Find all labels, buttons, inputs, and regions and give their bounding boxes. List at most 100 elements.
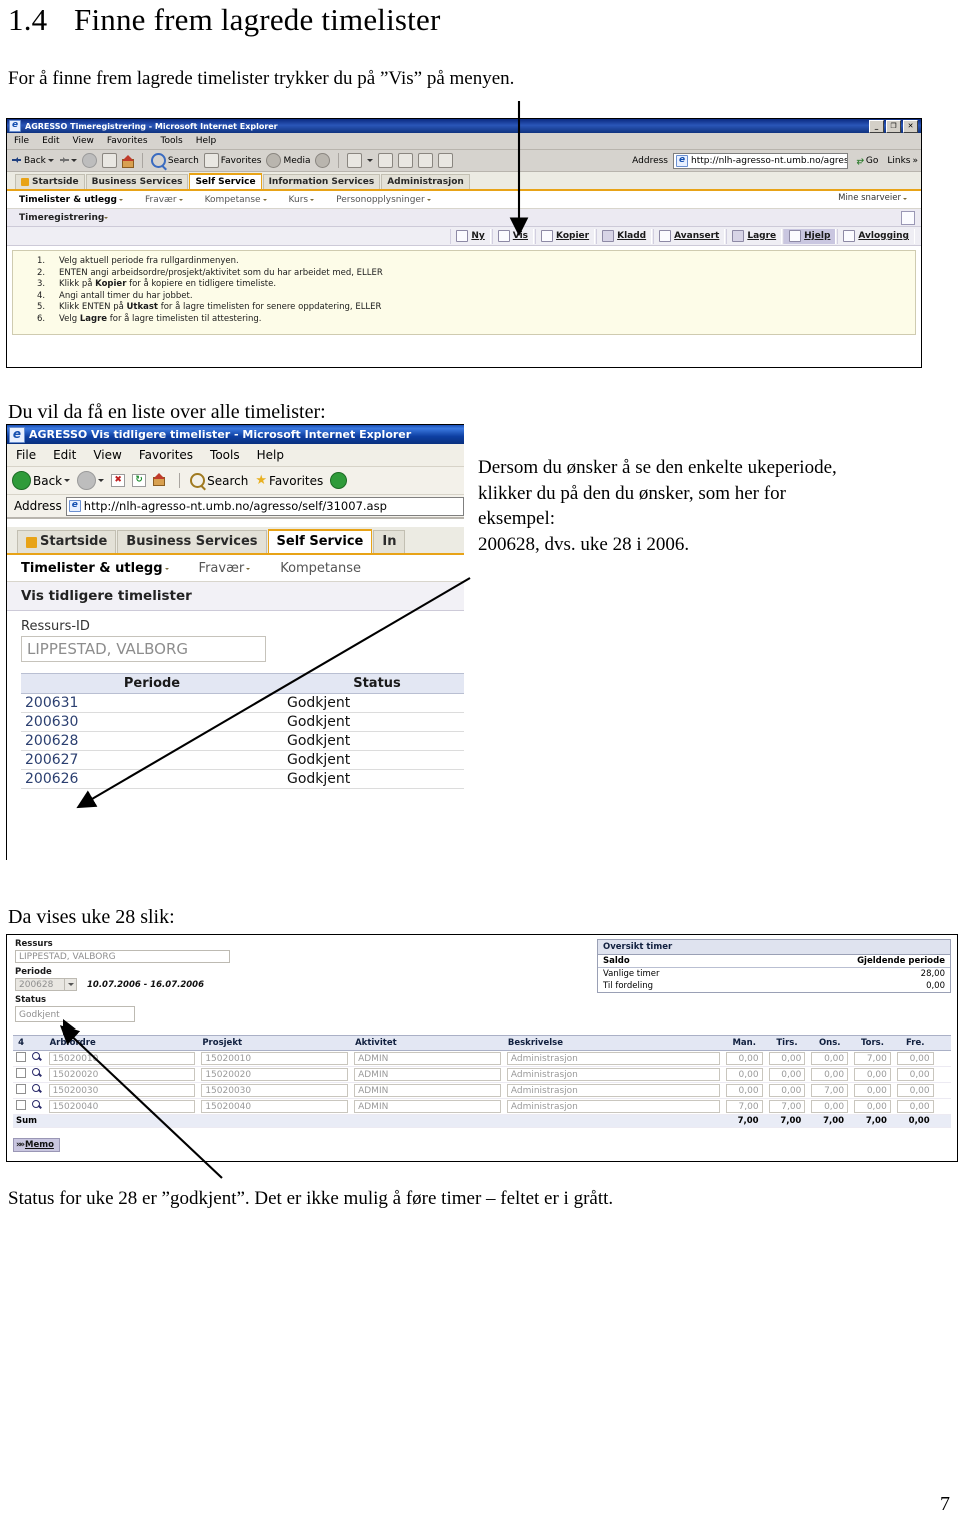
cell-periode[interactable]: 200631 <box>21 693 283 713</box>
app-tabstrip[interactable]: Startside Business Services Self Service… <box>7 527 464 555</box>
periode-select[interactable]: 200628 <box>15 978 77 991</box>
app-menubar[interactable]: Timelister & utlegg Fravær Kompetanse <box>7 555 464 582</box>
table-row[interactable]: 200631 Godkjent <box>21 693 464 713</box>
action-kopier[interactable]: Kopier <box>535 228 596 244</box>
address-bar[interactable]: Address http://nlh-agresso-nt.umb.no/agr… <box>7 495 464 518</box>
panel-toggle-icon[interactable] <box>901 211 915 225</box>
action-kladd[interactable]: Kladd <box>596 228 653 244</box>
home-icon[interactable] <box>121 154 134 168</box>
minimize-button[interactable]: _ <box>869 119 884 133</box>
print-icon[interactable] <box>378 153 394 168</box>
forward-button[interactable] <box>77 471 105 490</box>
search-button[interactable]: Search <box>150 153 199 168</box>
address-input[interactable]: http://nlh-agresso-nt.umb.no/agresso/sel… <box>673 152 848 169</box>
browser-menubar[interactable]: File Edit View Favorites Tools Help <box>7 444 464 467</box>
table-row[interactable]: 200630 Godkjent <box>21 712 464 732</box>
menu-view[interactable]: View <box>73 136 94 146</box>
mail-icon[interactable] <box>347 153 363 168</box>
row-zoom-cell[interactable] <box>29 1066 46 1083</box>
menu-file[interactable]: File <box>14 136 29 146</box>
memo-button[interactable]: »» Memo <box>13 1138 60 1152</box>
cell-periode[interactable]: 200630 <box>21 712 283 732</box>
mine-snarveier-menu[interactable]: Mine snarveier <box>838 193 907 203</box>
chevron-right-icon[interactable]: » <box>913 156 919 166</box>
column-beskrivelse[interactable]: Beskrivelse <box>503 1035 723 1051</box>
action-vis[interactable]: Vis <box>491 228 535 244</box>
favorites-button[interactable]: ★ Favorites <box>255 474 323 488</box>
menu-tools[interactable]: Tools <box>161 136 183 146</box>
column-tirs[interactable]: Tirs. <box>765 1035 809 1051</box>
column-fre[interactable]: Fre. <box>893 1035 937 1051</box>
go-button[interactable]: ⥂ Go <box>853 156 883 166</box>
browser-toolbar[interactable]: Back ✖ ↻ Search ★ Favorites <box>7 467 464 495</box>
column-aktivitet[interactable]: Aktivitet <box>351 1035 504 1051</box>
row-checkbox-cell[interactable] <box>13 1066 30 1083</box>
row-zoom-cell[interactable] <box>29 1050 46 1067</box>
row-checkbox-cell[interactable] <box>13 1082 30 1099</box>
refresh-icon[interactable]: ↻ <box>132 474 147 487</box>
forward-button[interactable] <box>59 156 77 166</box>
window-controls[interactable]: _ ❐ ✕ <box>869 119 919 133</box>
table-row[interactable]: 200627 Godkjent <box>21 750 464 770</box>
close-button[interactable]: ✕ <box>903 119 918 133</box>
links-button[interactable]: Links » <box>887 156 921 166</box>
menu-personopplysninger[interactable]: Personopplysninger <box>336 195 431 205</box>
row-checkbox[interactable] <box>16 1068 26 1078</box>
column-tors[interactable]: Tors. <box>851 1035 894 1051</box>
menu-kompetanse[interactable]: Kompetanse <box>280 561 361 576</box>
column-prosjekt[interactable]: Prosjekt <box>198 1035 352 1051</box>
menu-tools[interactable]: Tools <box>210 448 240 462</box>
tab-information-services[interactable]: In <box>373 530 406 553</box>
row-checkbox-cell[interactable] <box>13 1098 30 1115</box>
tab-business-services[interactable]: Business Services <box>85 174 189 189</box>
table-row[interactable]: 200628 Godkjent <box>21 731 464 751</box>
action-avlogging[interactable]: Avlogging <box>837 228 915 244</box>
action-ny[interactable]: Ny <box>450 228 491 244</box>
row-checkbox[interactable] <box>16 1084 26 1094</box>
media-icon[interactable] <box>330 472 348 489</box>
ressurs-id-field[interactable]: LIPPESTAD, VALBORG <box>21 636 266 662</box>
table-row[interactable]: 200626 Godkjent <box>21 769 464 789</box>
action-avansert[interactable]: Avansert <box>653 228 726 244</box>
menu-help[interactable]: Help <box>196 136 217 146</box>
refresh-icon[interactable] <box>101 153 117 168</box>
search-icon[interactable] <box>32 1052 42 1062</box>
chevron-down-icon[interactable] <box>70 159 77 165</box>
search-icon[interactable] <box>32 1068 42 1078</box>
row-checkbox[interactable] <box>16 1100 26 1110</box>
row-checkbox-cell[interactable] <box>13 1050 30 1067</box>
browser-toolbar[interactable]: Back Search Favorites Media Address e ht… <box>7 150 921 172</box>
stop-icon[interactable]: ✖ <box>111 474 126 487</box>
search-icon[interactable] <box>32 1100 42 1110</box>
home-icon[interactable] <box>153 472 169 488</box>
menu-view[interactable]: View <box>93 448 121 462</box>
menu-help[interactable]: Help <box>257 448 284 462</box>
tab-administrasjon[interactable]: Administrasjon <box>381 174 470 189</box>
cell-periode[interactable]: 200626 <box>21 769 283 789</box>
chevron-down-icon[interactable] <box>104 217 109 221</box>
cell-periode[interactable]: 200627 <box>21 750 283 770</box>
address-input[interactable]: http://nlh-agresso-nt.umb.no/agresso/sel… <box>65 496 464 516</box>
back-button[interactable]: Back <box>12 156 54 166</box>
tab-startside[interactable]: Startside <box>17 530 117 553</box>
search-button[interactable]: Search <box>190 473 248 488</box>
menu-timelister-utlegg[interactable]: Timelister & utlegg <box>19 195 123 205</box>
menu-edit[interactable]: Edit <box>42 136 59 146</box>
menu-fravaer[interactable]: Fravær <box>199 561 251 576</box>
back-button[interactable]: Back <box>12 471 71 490</box>
app-menubar[interactable]: Timelister & utlegg Fravær Kompetanse Ku… <box>7 191 921 209</box>
row-zoom-cell[interactable] <box>29 1082 46 1099</box>
breadcrumb[interactable]: Vis tidligere timelister <box>7 582 464 611</box>
column-man[interactable]: Man. <box>722 1035 766 1051</box>
tab-self-service[interactable]: Self Service <box>267 529 373 553</box>
menu-favorites[interactable]: Favorites <box>107 136 148 146</box>
discuss-icon[interactable] <box>418 153 434 168</box>
history-icon[interactable] <box>315 153 331 168</box>
menu-timelister-utlegg[interactable]: Timelister & utlegg <box>21 561 169 576</box>
chevron-down-icon[interactable] <box>98 479 105 485</box>
row-zoom-cell[interactable] <box>29 1098 46 1115</box>
maximize-button[interactable]: ❐ <box>886 119 901 133</box>
stop-icon[interactable] <box>81 153 97 168</box>
chevron-down-icon[interactable] <box>47 159 54 165</box>
column-arbordre[interactable]: Arb.ordre <box>45 1035 199 1051</box>
